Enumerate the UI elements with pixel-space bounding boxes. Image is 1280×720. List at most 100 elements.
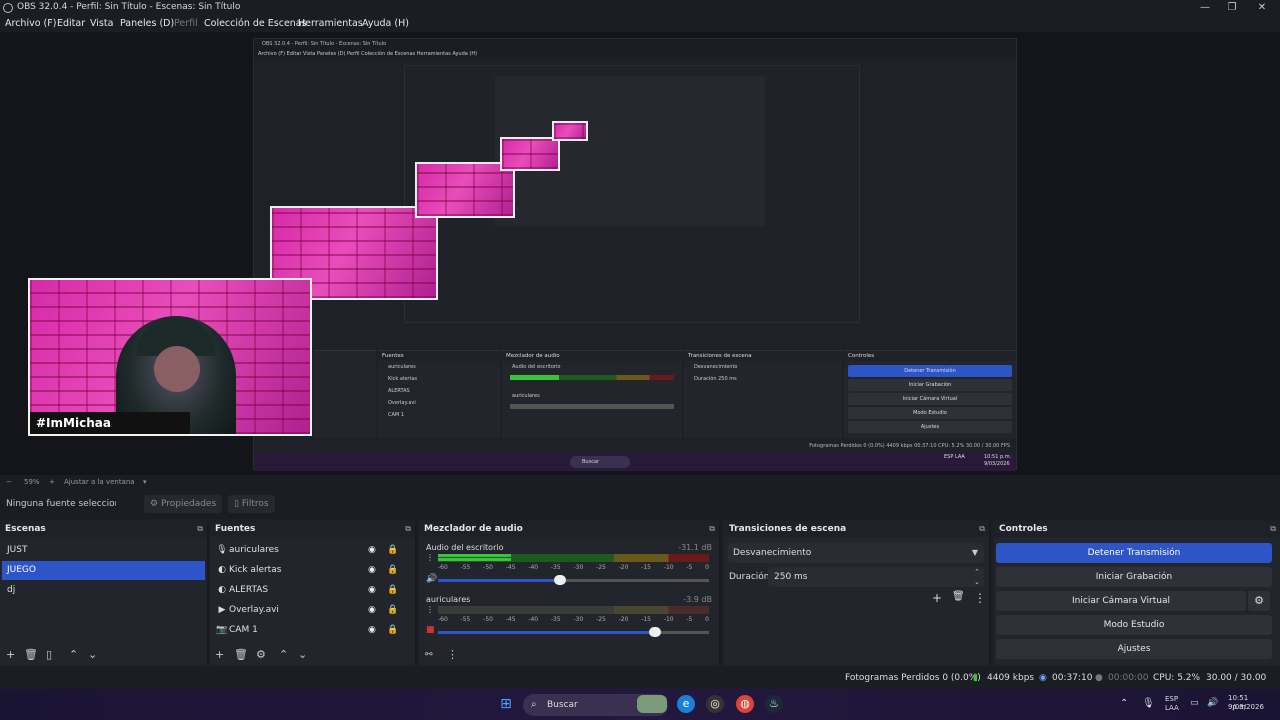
gear-icon[interactable]: ⚙ <box>1248 591 1270 611</box>
obs-app-icon[interactable]: ◎ <box>706 695 724 713</box>
meter-scale: -60 -55 -50 -45 -40 -35 -30 -25 -20 -15 -10 -5 0 <box>438 564 709 571</box>
undock-icon[interactable]: ⧉ <box>709 521 715 537</box>
filters-button[interactable]: ▯ Filtros <box>228 495 275 513</box>
filter-icon[interactable]: ▯ <box>46 645 52 665</box>
scale-tick: -55 <box>460 564 471 571</box>
scene-item[interactable]: JUST <box>2 541 205 560</box>
scene-item[interactable]: dj <box>2 581 205 600</box>
lock-icon[interactable]: 🔒 <box>387 540 398 560</box>
lock-icon[interactable]: 🔒 <box>387 620 398 640</box>
track-menu-icon[interactable]: ⋮ <box>426 605 434 614</box>
scale-tick: -60 <box>438 616 448 623</box>
close-button[interactable]: ✕ <box>1245 0 1279 15</box>
properties-button[interactable]: ⚙ Propiedades <box>144 495 223 513</box>
track-menu-icon[interactable]: ⋮ <box>426 553 434 562</box>
scenes-dock: Escenas ⧉ JUST JUEGO dj + 🗑 ▯ ⌃ ⌄ <box>0 521 209 665</box>
arrow-up-icon[interactable]: ⌃ <box>69 645 78 665</box>
eye-icon[interactable]: ◉ <box>368 580 376 600</box>
slider-knob[interactable] <box>649 627 661 637</box>
add-icon[interactable]: + <box>6 645 15 665</box>
webcam-background <box>502 139 558 169</box>
source-item[interactable]: ▶ Overlay.avi ◉ 🔒 <box>212 600 408 620</box>
arrow-down-icon[interactable]: ⌄ <box>88 645 97 665</box>
nested-transition-value: Desvanecimiento <box>694 364 738 370</box>
chrome-browser-icon[interactable]: ◍ <box>736 695 754 713</box>
scale-tick: -15 <box>641 616 652 623</box>
zoom-in-button[interactable]: + <box>49 475 55 489</box>
arrow-up-icon[interactable]: ⌃ <box>279 645 288 665</box>
chevron-up-icon[interactable]: ⌃ <box>1120 699 1128 709</box>
undock-icon[interactable]: ⧉ <box>405 521 411 537</box>
arrow-down-icon[interactable]: ⌄ <box>298 645 307 665</box>
zoom-out-button[interactable]: − <box>6 475 12 489</box>
trash-icon[interactable]: 🗑 <box>24 645 38 665</box>
more-icon[interactable]: ⋮ <box>974 591 986 605</box>
nested-menu: Archivo (F) Editar Vista Paneles (D) Per… <box>254 49 1016 59</box>
source-item[interactable]: ◐ ALERTAS ◉ 🔒 <box>212 580 408 600</box>
trash-icon[interactable]: 🗑 <box>952 591 965 602</box>
scale-tick: -10 <box>663 564 674 571</box>
steam-app-icon[interactable]: ♨ <box>765 695 783 713</box>
menu-paneles[interactable]: Paneles (D) <box>120 16 174 32</box>
studio-mode-button[interactable]: Modo Estudio <box>996 615 1272 635</box>
source-item[interactable]: ◐ Kick alertas ◉ 🔒 <box>212 560 408 580</box>
weather-widget-icon[interactable] <box>637 695 667 713</box>
source-label: Overlay.avi <box>229 605 279 615</box>
fit-to-window[interactable]: Ajustar a la ventana <box>64 475 135 489</box>
browser-icon: ◐ <box>218 585 226 595</box>
stop-stream-button[interactable]: Detener Transmisión <box>996 543 1272 563</box>
eye-icon[interactable]: ◉ <box>368 540 376 560</box>
menu-herramientas[interactable]: Herramientas <box>298 16 363 32</box>
menu-vista[interactable]: Vista <box>90 16 113 32</box>
speaker-icon[interactable]: 🔊 <box>426 574 437 584</box>
recursive-webcam <box>500 137 560 171</box>
spinner-icon[interactable]: ⌃ ⌄ <box>974 567 980 587</box>
eye-icon[interactable]: ◉ <box>368 600 376 620</box>
eye-icon[interactable]: ◉ <box>368 620 376 640</box>
restore-button[interactable]: ❐ <box>1215 0 1249 15</box>
lock-icon[interactable]: 🔒 <box>387 600 398 620</box>
menu-editar[interactable]: Editar <box>57 16 85 32</box>
scale-tick: -35 <box>550 564 561 571</box>
undock-icon[interactable]: ⧉ <box>979 521 985 537</box>
microphone-icon[interactable]: 🎙 <box>1142 699 1155 709</box>
menu-ayuda[interactable]: Ayuda (H) <box>362 16 409 32</box>
settings-button[interactable]: Ajustes <box>996 639 1272 659</box>
menu-archivo[interactable]: Archivo (F) <box>5 16 56 32</box>
windows-start-icon[interactable]: ⊞ <box>497 695 515 713</box>
trash-icon[interactable]: 🗑 <box>234 645 248 665</box>
scene-item[interactable]: JUEGO <box>2 561 205 580</box>
network-icon[interactable]: ▭ <box>1190 699 1199 708</box>
transition-select[interactable]: Desvanecimiento ▼ <box>728 543 984 563</box>
gear-icon[interactable]: ⚙ <box>256 645 266 665</box>
muted-speaker-icon[interactable]: ■ <box>426 625 435 635</box>
duration-input[interactable]: 250 ms ⌃ ⌄ <box>768 567 984 587</box>
menu-coleccion-escenas[interactable]: Colección de Escenas <box>204 16 307 32</box>
link-icon[interactable]: ⚯ <box>425 645 433 665</box>
edge-browser-icon[interactable]: e <box>677 695 695 713</box>
lock-icon[interactable]: 🔒 <box>387 560 398 580</box>
menu-perfil[interactable]: Perfil <box>174 16 198 32</box>
controls-title-label: Controles <box>999 524 1048 534</box>
start-recording-button[interactable]: Iniciar Grabación <box>996 567 1272 587</box>
add-icon[interactable]: + <box>215 645 224 665</box>
volume-slider[interactable] <box>438 627 709 637</box>
more-icon[interactable]: ⋮ <box>447 645 458 665</box>
nested-duration-label: Duración <box>694 376 717 382</box>
obs-logo-icon <box>3 3 13 13</box>
mixer-toolbar: ⚯ ⋮ <box>419 645 719 665</box>
undock-icon[interactable]: ⧉ <box>197 521 203 537</box>
undock-icon[interactable]: ⧉ <box>1270 521 1276 537</box>
lock-icon[interactable]: 🔒 <box>387 580 398 600</box>
source-item[interactable]: 🎙 auriculares ◉ 🔒 <box>212 540 408 560</box>
start-virtual-camera-button[interactable]: Iniciar Cámara Virtual <box>996 591 1246 611</box>
volume-icon[interactable]: 🔊 <box>1207 699 1218 708</box>
chevron-down-icon[interactable]: ▾ <box>143 475 147 489</box>
slider-knob[interactable] <box>554 575 566 585</box>
eye-icon[interactable]: ◉ <box>368 560 376 580</box>
dropped-frames: Fotogramas Perdidos 0 (0.0%) <box>845 673 981 683</box>
add-icon[interactable]: + <box>932 591 942 605</box>
nested-scenes-dock <box>314 350 376 438</box>
volume-slider[interactable] <box>438 575 709 585</box>
source-item[interactable]: 📷 CAM 1 ◉ 🔒 <box>212 620 408 640</box>
